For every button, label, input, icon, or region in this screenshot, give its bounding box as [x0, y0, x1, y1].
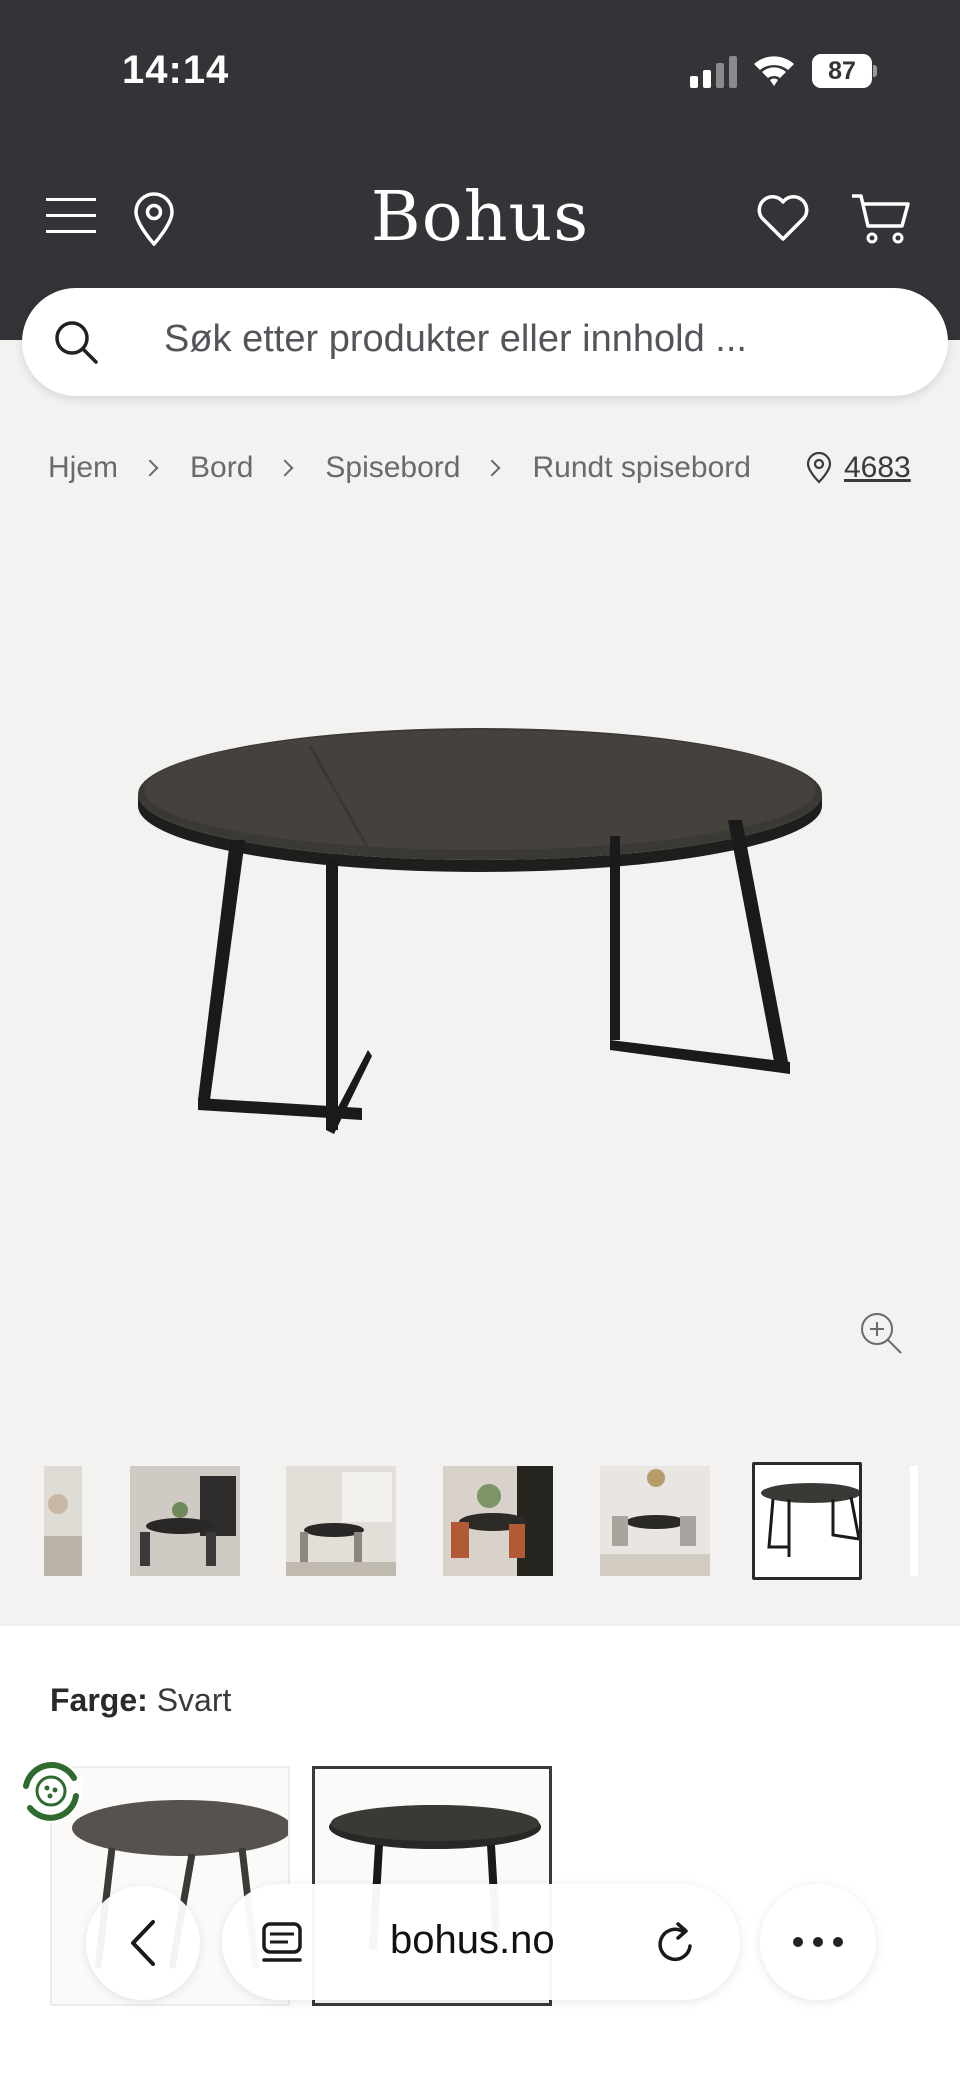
menu-icon[interactable] [46, 196, 96, 236]
cellular-signal-icon [690, 56, 737, 88]
wifi-icon [754, 56, 794, 86]
search-input[interactable]: Søk etter produkter eller innhold ... [164, 318, 747, 361]
thumbnail-image[interactable] [600, 1466, 710, 1576]
store-number-link[interactable]: 4683 [844, 451, 911, 485]
breadcrumb-current[interactable]: Rundt spisebord [532, 451, 750, 485]
browser-address-bar[interactable]: bohus.no [222, 1884, 740, 2000]
reader-tabs-icon[interactable] [260, 1920, 304, 1964]
zoom-in-icon[interactable] [858, 1310, 904, 1356]
thumbnail-image[interactable] [443, 1466, 553, 1576]
browser-url[interactable]: bohus.no [390, 1918, 555, 1963]
chevron-left-icon [131, 1920, 155, 1966]
breadcrumb-spisebord[interactable]: Spisebord [325, 451, 460, 485]
thumbnail-image[interactable] [910, 1466, 918, 1576]
battery-indicator: 87 [812, 54, 878, 88]
battery-level: 87 [812, 54, 872, 88]
brand-logo[interactable]: Bohus [330, 178, 630, 257]
cart-icon[interactable] [850, 192, 912, 246]
browser-more-button[interactable] [760, 1884, 876, 2000]
thumbnail-image[interactable] [130, 1466, 240, 1576]
breadcrumb-bord[interactable]: Bord [190, 451, 253, 485]
search-bar[interactable]: Søk etter produkter eller innhold ... [22, 288, 948, 396]
browser-back-button[interactable] [86, 1886, 200, 2000]
breadcrumb: Hjem Bord Spisebord Rundt spisebord [48, 448, 751, 488]
color-value: Svart [156, 1682, 232, 1718]
eco-badge-icon[interactable] [16, 1756, 86, 1826]
color-label: Farge: [50, 1682, 148, 1718]
heart-icon[interactable] [756, 194, 810, 242]
thumbnail-image[interactable] [44, 1466, 82, 1576]
thumbnail-image[interactable] [286, 1466, 396, 1576]
chevron-right-icon [141, 459, 159, 477]
store-selector[interactable]: 4683 [806, 448, 911, 488]
status-time: 14:14 [122, 48, 230, 92]
product-image[interactable] [120, 710, 840, 1230]
color-option-label: Farge: Svart [50, 1682, 231, 1719]
reload-icon[interactable] [654, 1920, 698, 1966]
more-dot [813, 1937, 823, 1947]
chevron-right-icon [276, 459, 294, 477]
thumbnail-image-selected[interactable] [752, 1462, 862, 1580]
location-pin-icon [806, 452, 832, 484]
location-pin-icon[interactable] [132, 192, 176, 246]
breadcrumb-home[interactable]: Hjem [48, 451, 118, 485]
thumbnail-strip[interactable] [0, 1462, 960, 1582]
more-dot [793, 1937, 803, 1947]
search-icon [55, 321, 98, 364]
chevron-right-icon [483, 459, 501, 477]
battery-tip [873, 65, 877, 77]
more-dot [833, 1937, 843, 1947]
